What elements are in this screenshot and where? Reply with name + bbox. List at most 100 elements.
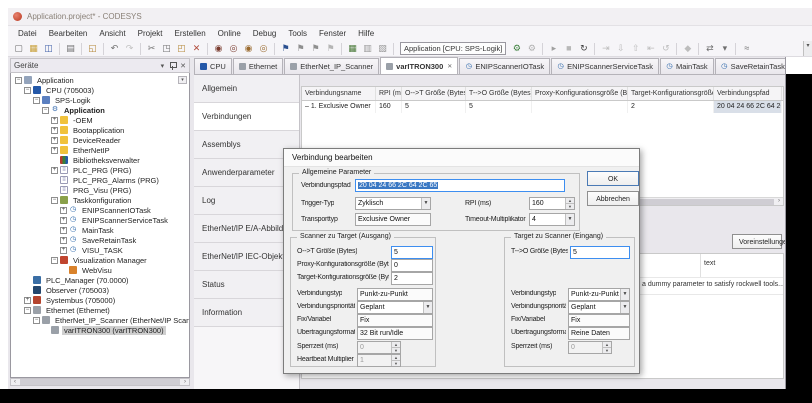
scroll-right-icon[interactable]: › — [181, 379, 189, 386]
devices-hscrollbar[interactable]: ‹ › — [10, 378, 190, 386]
bookmark-clear-icon[interactable]: ⚑ — [324, 42, 337, 55]
tree-item-cpu-705003[interactable]: −CPU (705003) — [11, 85, 189, 95]
column-header-rpi-ms[interactable]: RPI (ms) — [376, 87, 402, 100]
cut-icon[interactable]: ✂ — [145, 42, 158, 55]
expand-icon[interactable]: + — [51, 117, 58, 124]
collapse-icon[interactable]: − — [15, 77, 22, 84]
copy-icon[interactable]: ◳ — [160, 42, 173, 55]
proxy-konfigurationsgr-e-bytes-field[interactable]: 0 — [391, 259, 433, 272]
spinner-arrows-icon[interactable]: ▲▼ — [391, 342, 400, 353]
tree-item-oem[interactable]: +-OEM — [11, 115, 189, 125]
expand-icon[interactable]: + — [60, 217, 67, 224]
expand-icon[interactable]: + — [51, 137, 58, 144]
window-titlebar[interactable]: Application.project* - CODESYS — [8, 8, 812, 26]
find-next-icon[interactable]: ◎ — [227, 42, 240, 55]
chevron-down-icon[interactable]: ▼ — [423, 302, 432, 313]
refresh-icon[interactable]: ≈ — [740, 42, 753, 55]
trigger-type-dropdown[interactable]: Zyklisch ▼ — [355, 197, 431, 210]
tree-item-ethernetip[interactable]: +EtherNetIP — [11, 145, 189, 155]
flow-control-icon[interactable]: ⇄ — [703, 42, 716, 55]
target-konfigurationsgr-e-bytes-field[interactable]: 2 — [391, 272, 433, 285]
display-mode-icon[interactable]: ▾ — [718, 42, 731, 55]
close-tab-icon[interactable]: ✕ — [447, 63, 452, 70]
column-header-t-o-gr-e-bytes[interactable]: T-->O Größe (Bytes) — [466, 87, 532, 100]
start-icon[interactable]: ▸ — [547, 42, 560, 55]
collapse-icon[interactable]: − — [51, 257, 58, 264]
pin-icon[interactable] — [169, 62, 176, 70]
tab-cpu[interactable]: CPU — [194, 58, 232, 74]
chevron-down-icon[interactable]: ▼ — [421, 198, 430, 209]
delete-icon[interactable]: ✕ — [190, 42, 203, 55]
step-into-icon[interactable]: ⇩ — [614, 42, 627, 55]
paste-icon[interactable]: ◰ — [175, 42, 188, 55]
active-application-combo[interactable]: Application [CPU: SPS-Logik]▾ — [400, 42, 506, 55]
collapse-icon[interactable]: − — [24, 307, 31, 314]
bookmark-prev-icon[interactable]: ⚑ — [309, 42, 322, 55]
cancel-button[interactable]: Abbrechen — [587, 191, 639, 206]
scroll-left-icon[interactable]: ‹ — [11, 379, 19, 386]
close-panel-icon[interactable]: ✕ — [180, 62, 186, 70]
print-icon[interactable]: ▤ — [64, 42, 77, 55]
column-header-proxy-konfigurationsgr-e-byte[interactable]: Proxy-Konfigurationsgröße (Byte) — [532, 87, 628, 100]
timeout-multiplier-dropdown[interactable]: 4 ▼ — [529, 213, 575, 226]
tree-item-maintask[interactable]: +◷MainTask — [11, 225, 189, 235]
tree-item-bootapplication[interactable]: +Bootapplication — [11, 125, 189, 135]
spinner-arrows-icon[interactable]: ▲▼ — [391, 355, 400, 366]
find-icon[interactable]: ◉ — [212, 42, 225, 55]
tree-item-plc-prg-prg[interactable]: +≡PLC_PRG (PRG) — [11, 165, 189, 175]
tree-item-systembus-705000[interactable]: +Systembus (705000) — [11, 295, 189, 305]
login-icon[interactable]: ⚙ — [510, 42, 523, 55]
collapse-icon[interactable]: − — [24, 87, 31, 94]
bookmark-next-icon[interactable]: ⚑ — [294, 42, 307, 55]
t-o-gr-e-bytes-field[interactable]: 5 — [570, 246, 630, 259]
expand-icon[interactable]: + — [51, 127, 58, 134]
column-header-target-konfigurationsgr-e-byte[interactable]: Target-Konfigurationsgröße (Byte) — [628, 87, 714, 100]
tab-enipscanneriotask[interactable]: ◷ENIPScannerIOTask — [459, 58, 550, 74]
new-file-icon[interactable]: ▢ — [12, 42, 25, 55]
tree-item-webvisu[interactable]: WebVisu — [11, 265, 189, 275]
step-over-icon[interactable]: ⇥ — [599, 42, 612, 55]
tree-item-visualization-manager[interactable]: −Visualization Manager — [11, 255, 189, 265]
expand-icon[interactable]: + — [51, 167, 58, 174]
tree-item-application[interactable]: −⚙Application — [11, 105, 189, 115]
scroll-right-icon[interactable]: › — [775, 198, 783, 205]
tree-item-varitron300-varitron300[interactable]: varITRON300 (varITRON300) — [11, 325, 189, 335]
bookmark-toggle-icon[interactable]: ⚑ — [279, 42, 292, 55]
expand-icon[interactable]: + — [60, 227, 67, 234]
expand-icon[interactable]: + — [24, 297, 31, 304]
stop-icon[interactable]: ■ — [562, 42, 575, 55]
menu-item-datei[interactable]: Datei — [12, 26, 43, 41]
rpi-stepper[interactable]: 160 ▲▼ — [529, 197, 575, 210]
boot-application-icon[interactable]: ▧ — [376, 42, 389, 55]
copy-project-icon[interactable]: ◱ — [86, 42, 99, 55]
table-row[interactable]: – 1. Exclusive Owner16055220 04 24 66 2C… — [302, 101, 783, 113]
menu-item-tools[interactable]: Tools — [282, 26, 313, 41]
chevron-down-icon[interactable]: ▼ — [620, 302, 629, 313]
save-icon[interactable]: ◫ — [42, 42, 55, 55]
collapse-icon[interactable]: − — [51, 197, 58, 204]
tab-varitron300[interactable]: varITRON300✕ — [380, 57, 458, 74]
tree-item-bibliotheksverwalter[interactable]: Bibliotheksverwalter — [11, 155, 189, 165]
menu-item-projekt[interactable]: Projekt — [132, 26, 169, 41]
tree-item-observer-705003[interactable]: Observer (705003) — [11, 285, 189, 295]
reset-icon[interactable]: ↺ — [659, 42, 672, 55]
tree-item-plc-prg-alarms-prg[interactable]: ≡PLC_PRG_Alarms (PRG) — [11, 175, 189, 185]
verbindungstyp-field[interactable]: Punkt-zu-Punkt▼ — [568, 288, 630, 301]
spinner-arrows-icon[interactable]: ▲▼ — [602, 342, 611, 353]
tree-item-enipscanneriotask[interactable]: +◷ENIPScannerIOTask — [11, 205, 189, 215]
menu-item-online[interactable]: Online — [212, 26, 247, 41]
redo-icon[interactable]: ↷ — [123, 42, 136, 55]
menu-item-debug[interactable]: Debug — [247, 26, 283, 41]
expand-icon[interactable]: + — [60, 237, 67, 244]
undo-icon[interactable]: ↶ — [108, 42, 121, 55]
tree-item-plc-manager-70-0000[interactable]: PLC_Manager (70.0000) — [11, 275, 189, 285]
o-t-gr-e-bytes-field[interactable]: 5 — [391, 246, 433, 259]
expand-icon[interactable]: + — [60, 207, 67, 214]
tab-maintask[interactable]: ◷MainTask — [660, 58, 714, 74]
step-out-icon[interactable]: ⇧ — [629, 42, 642, 55]
expand-icon[interactable]: + — [60, 247, 67, 254]
menu-item-ansicht[interactable]: Ansicht — [93, 26, 131, 41]
single-cycle-icon[interactable]: ↻ — [577, 42, 590, 55]
column-header-o-t-gr-e-bytes[interactable]: O-->T Größe (Bytes) — [402, 87, 466, 100]
tree-item-enipscannerservicetask[interactable]: +◷ENIPScannerServiceTask — [11, 215, 189, 225]
